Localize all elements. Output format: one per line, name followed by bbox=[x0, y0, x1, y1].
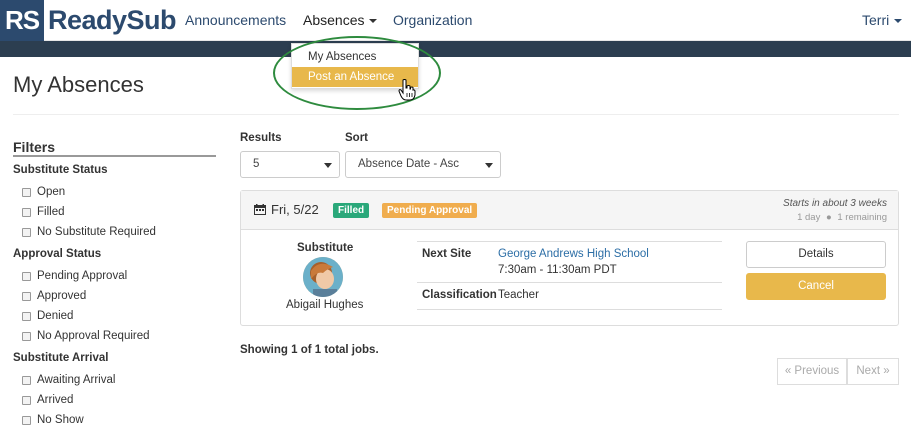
status-badge-pending-approval: Pending Approval bbox=[382, 203, 478, 218]
filter-option-pending-approval[interactable]: Pending Approval bbox=[22, 270, 127, 282]
readysub-logo[interactable]: RS ReadySub bbox=[0, 0, 177, 41]
checkbox[interactable] bbox=[22, 271, 31, 281]
chevron-down-icon bbox=[324, 163, 332, 168]
divider bbox=[417, 282, 722, 283]
checkbox[interactable] bbox=[22, 227, 31, 237]
divider bbox=[13, 155, 216, 157]
logo-text: ReadySub bbox=[48, 5, 177, 35]
divider bbox=[417, 241, 722, 242]
filter-option-open[interactable]: Open bbox=[22, 186, 65, 198]
job-duration: 1 day bbox=[797, 212, 821, 223]
results-label: Results bbox=[240, 132, 282, 144]
chevron-down-icon bbox=[894, 19, 903, 24]
filter-option-no-show[interactable]: No Show bbox=[22, 414, 84, 426]
sort-label: Sort bbox=[345, 132, 368, 144]
details-button[interactable]: Details bbox=[746, 241, 886, 268]
chevron-down-icon bbox=[485, 163, 493, 168]
filters-title: Filters bbox=[13, 139, 56, 155]
results-select[interactable]: 5 bbox=[240, 151, 340, 178]
filter-option-arrived[interactable]: Arrived bbox=[22, 394, 73, 406]
user-name: Terri bbox=[862, 12, 890, 28]
classification-value: Teacher bbox=[498, 289, 539, 301]
next-site-link[interactable]: George Andrews High School bbox=[498, 248, 649, 260]
nav-absences-label: Absences bbox=[303, 12, 365, 28]
filter-option-approved[interactable]: Approved bbox=[22, 290, 86, 302]
sort-select[interactable]: Absence Date - Asc bbox=[345, 151, 501, 178]
divider bbox=[13, 114, 899, 115]
job-date: Fri, 5/22 bbox=[271, 202, 319, 217]
filter-option-denied[interactable]: Denied bbox=[22, 310, 73, 322]
nav-organization[interactable]: Organization bbox=[393, 12, 472, 28]
filter-group-substitute-status: Substitute Status bbox=[13, 164, 108, 176]
user-menu[interactable]: Terri bbox=[862, 12, 903, 28]
nav-announcements[interactable]: Announcements bbox=[185, 12, 286, 28]
job-meta: 1 day ● 1 remaining bbox=[797, 212, 887, 223]
filter-option-no-approval-required[interactable]: No Approval Required bbox=[22, 330, 150, 342]
chevron-down-icon bbox=[369, 19, 378, 24]
status-badge-filled: Filled bbox=[333, 203, 370, 218]
divider bbox=[417, 309, 722, 310]
job-card-header: Fri, 5/22 Filled Pending Approval Starts… bbox=[241, 191, 898, 230]
job-time: 7:30am - 11:30am PDT bbox=[498, 264, 617, 276]
showing-count: Showing 1 of 1 total jobs. bbox=[240, 344, 379, 356]
hand-pointer-icon bbox=[398, 79, 416, 101]
previous-page-button[interactable]: « Previous bbox=[777, 358, 847, 385]
filter-group-substitute-arrival: Substitute Arrival bbox=[13, 352, 109, 364]
filter-option-no-substitute-required[interactable]: No Substitute Required bbox=[22, 226, 156, 238]
substitute-name: Abigail Hughes bbox=[286, 299, 364, 311]
avatar bbox=[303, 257, 343, 297]
filter-group-approval-status: Approval Status bbox=[13, 248, 102, 260]
starts-in-text: Starts in about 3 weeks bbox=[783, 198, 887, 209]
nav-absences-dropdown[interactable]: Absences bbox=[303, 12, 378, 28]
filter-option-awaiting-arrival[interactable]: Awaiting Arrival bbox=[22, 374, 115, 386]
substitute-label: Substitute bbox=[297, 242, 354, 254]
logo-mark: RS bbox=[0, 0, 44, 41]
top-navbar: RS ReadySub Announcements Absences Organ… bbox=[0, 0, 911, 41]
checkbox[interactable] bbox=[22, 415, 31, 425]
next-site-label: Next Site bbox=[422, 248, 472, 260]
checkbox[interactable] bbox=[22, 207, 31, 217]
next-page-button[interactable]: Next » bbox=[847, 358, 899, 385]
checkbox[interactable] bbox=[22, 187, 31, 197]
job-remaining: 1 remaining bbox=[837, 212, 887, 223]
header-band bbox=[0, 41, 911, 57]
classification-label: Classification bbox=[422, 289, 497, 301]
cancel-button[interactable]: Cancel bbox=[746, 273, 886, 300]
job-card: Fri, 5/22 Filled Pending Approval Starts… bbox=[240, 190, 899, 326]
checkbox[interactable] bbox=[22, 311, 31, 321]
checkbox[interactable] bbox=[22, 375, 31, 385]
calendar-icon bbox=[254, 204, 266, 215]
checkbox[interactable] bbox=[22, 395, 31, 405]
filter-option-filled[interactable]: Filled bbox=[22, 206, 64, 218]
bullet-separator: ● bbox=[825, 212, 832, 223]
checkbox[interactable] bbox=[22, 291, 31, 301]
substitute-photo bbox=[303, 257, 343, 297]
checkbox[interactable] bbox=[22, 331, 31, 341]
page-title: My Absences bbox=[13, 72, 144, 97]
